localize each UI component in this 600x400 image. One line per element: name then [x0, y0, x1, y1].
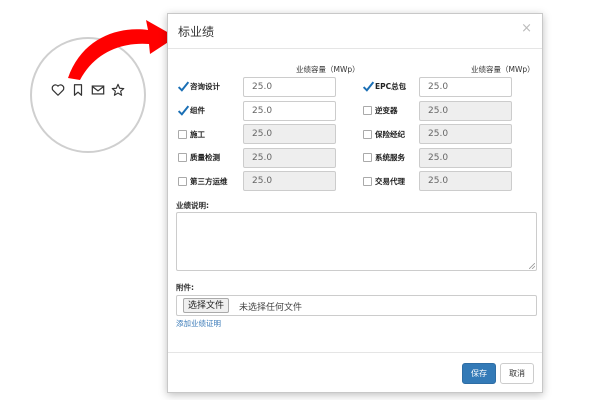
label-consulting: 咨询设计 [190, 82, 220, 91]
input-quality-inspection[interactable]: 25.0 [243, 148, 336, 168]
label-insurance: 保险经纪 [375, 130, 405, 139]
checkbox-construction[interactable] [178, 130, 187, 139]
resize-handle-icon[interactable] [529, 263, 535, 269]
input-system-service[interactable]: 25.0 [419, 148, 512, 168]
label-module: 组件 [190, 106, 205, 115]
checkbox-epc[interactable] [362, 81, 375, 92]
capacity-header-left: 业绩容量（MWp） [296, 65, 360, 74]
footer-divider [168, 352, 542, 353]
choose-file-button[interactable]: 选择文件 [183, 298, 230, 313]
label-construction: 施工 [190, 130, 205, 139]
label-epc: EPC总包 [375, 82, 407, 91]
capacity-header-right: 业绩容量（MWp） [471, 65, 535, 74]
checkbox-consulting[interactable] [177, 81, 190, 92]
input-construction[interactable]: 25.0 [243, 124, 336, 144]
input-insurance[interactable]: 25.0 [419, 124, 512, 144]
checkbox-trading-agent[interactable] [363, 177, 372, 186]
input-module[interactable]: 25.0 [243, 101, 336, 121]
description-label: 业绩说明: [176, 201, 209, 210]
description-textarea[interactable] [176, 212, 537, 271]
checkbox-module[interactable] [177, 105, 190, 116]
file-status: 未选择任何文件 [239, 303, 303, 313]
save-button[interactable]: 保存 [462, 363, 496, 384]
checkbox-third-party-om[interactable] [178, 177, 187, 186]
attachment-label: 附件: [176, 283, 194, 292]
add-proof-link[interactable]: 添加业绩证明 [176, 318, 221, 329]
cancel-button[interactable]: 取消 [500, 363, 534, 384]
input-inverter[interactable]: 25.0 [419, 101, 512, 121]
input-epc[interactable]: 25.0 [419, 77, 512, 97]
modal-header: 标业绩 × [168, 14, 542, 49]
checkbox-inverter[interactable] [363, 106, 372, 115]
label-inverter: 逆变器 [375, 106, 398, 115]
modal-title: 标业绩 [178, 25, 215, 39]
label-third-party-om: 第三方运维 [190, 177, 228, 186]
checkbox-insurance[interactable] [363, 130, 372, 139]
label-system-service: 系统服务 [375, 153, 405, 162]
performance-modal: 标业绩 × 业绩容量（MWp） 业绩容量（MWp） 咨询设计 25.0 组件 2… [167, 13, 543, 393]
close-icon[interactable]: × [521, 21, 532, 36]
label-quality-inspection: 质量检测 [190, 153, 220, 162]
input-consulting[interactable]: 25.0 [243, 77, 336, 97]
file-input: 选择文件 未选择任何文件 [176, 295, 537, 316]
label-trading-agent: 交易代理 [375, 177, 405, 186]
input-third-party-om[interactable]: 25.0 [243, 171, 336, 191]
checkbox-quality-inspection[interactable] [178, 153, 187, 162]
input-trading-agent[interactable]: 25.0 [419, 171, 512, 191]
checkbox-system-service[interactable] [363, 153, 372, 162]
